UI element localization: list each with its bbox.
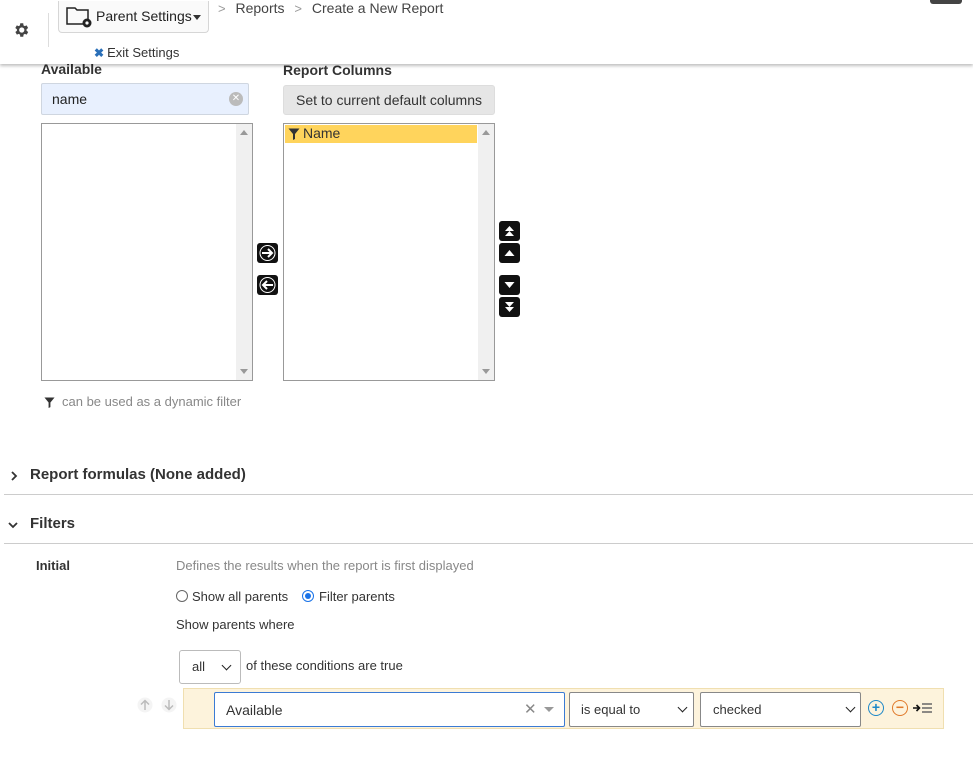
breadcrumb-separator: > [294,1,302,16]
arrow-left-icon [259,277,276,293]
initial-label: Initial [36,558,70,573]
report-formulas-header[interactable]: Report formulas (None added) [30,466,246,483]
breadcrumb-reports[interactable]: Reports [235,0,284,16]
add-column-button[interactable] [257,243,278,263]
arrow-down-icon[interactable] [161,697,177,713]
list-item[interactable]: Name [285,125,477,143]
filter-icon [44,397,55,409]
indent-group-icon[interactable] [912,700,934,716]
double-chevron-down-icon [505,302,514,312]
scroll-down-icon[interactable] [482,369,490,374]
match-suffix-label: of these conditions are true [246,658,403,673]
available-search-field[interactable]: ✕ [41,83,249,115]
set-default-columns-button[interactable]: Set to current default columns [283,85,495,115]
condition-operator-select[interactable]: is equal to [569,692,694,727]
move-up-button[interactable] [499,243,520,263]
condition-value-select[interactable]: checked [700,692,861,727]
chevron-right-icon[interactable] [9,471,19,481]
condition-field-select[interactable]: Available ✕ [214,692,565,727]
close-icon: ✖ [94,46,105,60]
header-divider [48,13,49,47]
move-bottom-button[interactable] [499,297,520,317]
chevron-up-icon [504,250,515,256]
parent-settings-button[interactable]: Parent Settings [58,1,209,33]
report-columns-label: Report Columns [283,62,392,78]
breadcrumb-separator: > [218,1,226,16]
parent-settings-label: Parent Settings [96,8,192,24]
chevron-down-icon [845,702,856,713]
report-columns-list[interactable]: Name [283,123,495,381]
dynamic-filter-note: can be used as a dynamic filter [62,394,242,409]
chevron-down-icon [544,707,554,712]
clear-search-icon[interactable]: ✕ [229,92,243,106]
arrow-up-icon[interactable] [137,697,153,713]
scroll-up-icon[interactable] [482,130,490,135]
scrollbar[interactable] [478,124,494,380]
chevron-down-icon [193,15,201,20]
breadcrumb-current: Create a New Report [311,0,444,16]
available-columns-list[interactable] [41,123,253,381]
initial-description: Defines the results when the report is f… [176,558,474,573]
radio-show-all-parents[interactable] [176,590,188,602]
condition-operator-value: is equal to [581,702,641,717]
add-condition-icon[interactable]: + [868,700,884,716]
chevron-down-icon [221,660,232,671]
filters-header[interactable]: Filters [30,515,75,532]
filter-condition-row: Available ✕ is equal to checked + − [183,688,944,729]
exit-settings-label: Exit Settings [107,45,180,60]
radio-filter-parents[interactable] [302,590,314,602]
condition-value: checked [713,702,762,717]
clear-icon[interactable]: ✕ [524,700,537,718]
radio-show-all-label[interactable]: Show all parents [192,589,288,604]
remove-column-button[interactable] [257,275,278,295]
move-top-button[interactable] [499,221,520,241]
scroll-down-icon[interactable] [240,369,248,374]
move-down-button[interactable] [499,275,520,295]
condition-field-value: Available [226,702,283,718]
scrollbar[interactable] [236,124,252,380]
show-where-label: Show parents where [176,617,295,632]
remove-condition-icon[interactable]: − [892,700,908,716]
help-tab[interactable] [930,0,962,4]
double-chevron-up-icon [505,226,514,236]
list-item-label: Name [303,125,341,141]
filter-icon [288,128,300,140]
divider [4,543,973,544]
arrow-right-icon [259,245,276,261]
exit-settings-link[interactable]: ✖ Exit Settings [94,45,179,60]
folder-settings-icon [66,7,92,28]
gear-icon[interactable] [12,21,30,39]
match-select-value: all [192,659,206,674]
divider [4,494,973,495]
settings-header: Parent Settings ✖ Exit Settings > Reports… [0,0,973,64]
scroll-up-icon[interactable] [240,130,248,135]
chevron-down-icon[interactable] [8,520,18,530]
match-select[interactable]: all [179,650,241,684]
breadcrumb: > Reports > Create a New Report [218,0,443,16]
chevron-down-icon [677,702,688,713]
search-input[interactable] [50,90,224,108]
radio-filter-label[interactable]: Filter parents [319,589,395,604]
chevron-down-icon [504,282,515,288]
